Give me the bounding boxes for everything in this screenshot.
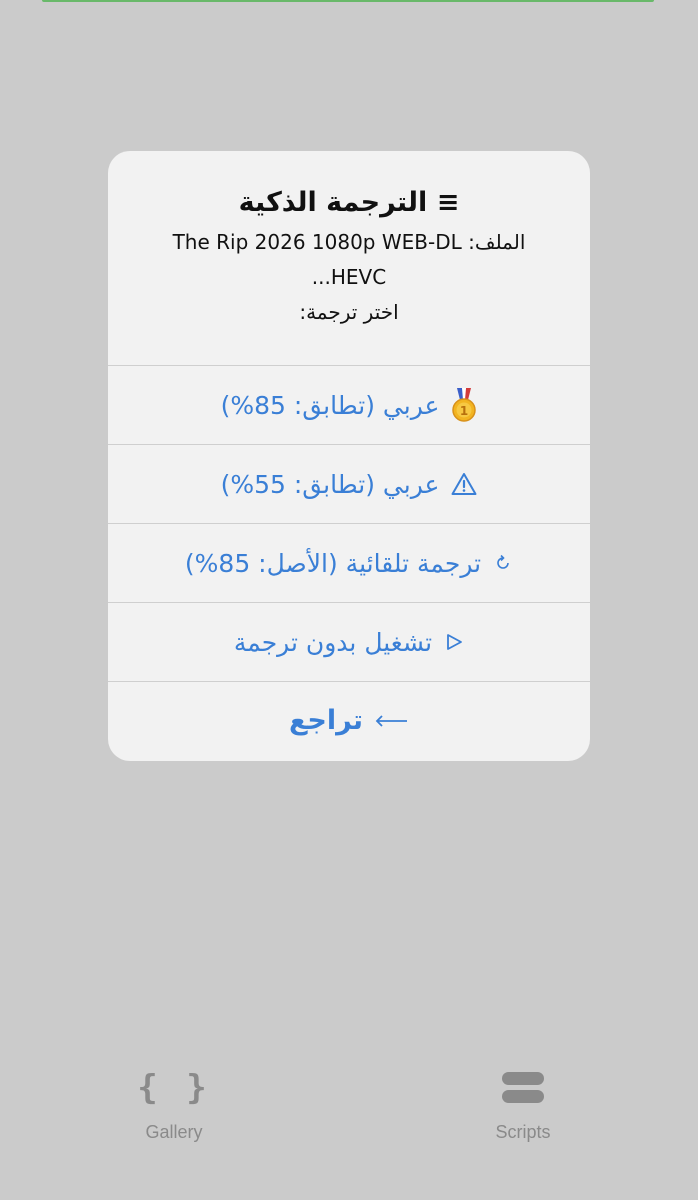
tab-label-scripts: Scripts <box>495 1122 551 1142</box>
subtitle-option-arabic-85[interactable]: 1 عربي (تطابق: 85%) <box>108 366 590 444</box>
tab-label-gallery: Gallery <box>145 1122 203 1142</box>
subtitle-option-arabic-55[interactable]: عربي (تطابق: 55%) <box>108 445 590 523</box>
top-progress-indicator <box>42 0 654 2</box>
svg-text:1: 1 <box>460 404 468 418</box>
alert-title: ≡ الترجمة الذكية <box>238 187 460 218</box>
back-button[interactable]: تراجع <box>108 682 590 759</box>
option-label: تشغيل بدون ترجمة <box>233 627 433 657</box>
arrow-left-icon <box>375 714 409 728</box>
stack-icon <box>453 1066 593 1110</box>
option-label: ترجمة تلقائية (الأصل: 85%) <box>184 548 482 578</box>
smart-subtitle-alert: ≡ الترجمة الذكية الملف: The Rip 2026 108… <box>108 151 590 761</box>
play-without-subtitle-option[interactable]: تشغيل بدون ترجمة <box>108 603 590 681</box>
warning-icon <box>451 472 477 496</box>
tab-bar: { } Gallery Scripts <box>0 1050 698 1150</box>
tab-gallery[interactable]: { } Gallery <box>104 1066 244 1143</box>
alert-header: ≡ الترجمة الذكية الملف: The Rip 2026 108… <box>108 151 590 365</box>
auto-translate-icon <box>493 553 513 573</box>
alert-message: الملف: The Rip 2026 1080p WEB-DL HEVC...… <box>108 225 590 330</box>
medal-icon: 1 <box>451 388 477 422</box>
play-icon <box>444 632 464 652</box>
braces-icon: { } <box>137 1068 211 1108</box>
back-label: تراجع <box>288 705 364 736</box>
option-label: عربي (تطابق: 55%) <box>220 469 440 499</box>
tab-scripts[interactable]: Scripts <box>453 1066 593 1143</box>
choose-subtitle-prompt: اختر ترجمة: <box>299 300 399 324</box>
file-name-text: الملف: The Rip 2026 1080p WEB-DL HEVC... <box>172 230 526 289</box>
auto-translate-option[interactable]: ترجمة تلقائية (الأصل: 85%) <box>108 524 590 602</box>
option-label: عربي (تطابق: 85%) <box>220 390 440 420</box>
